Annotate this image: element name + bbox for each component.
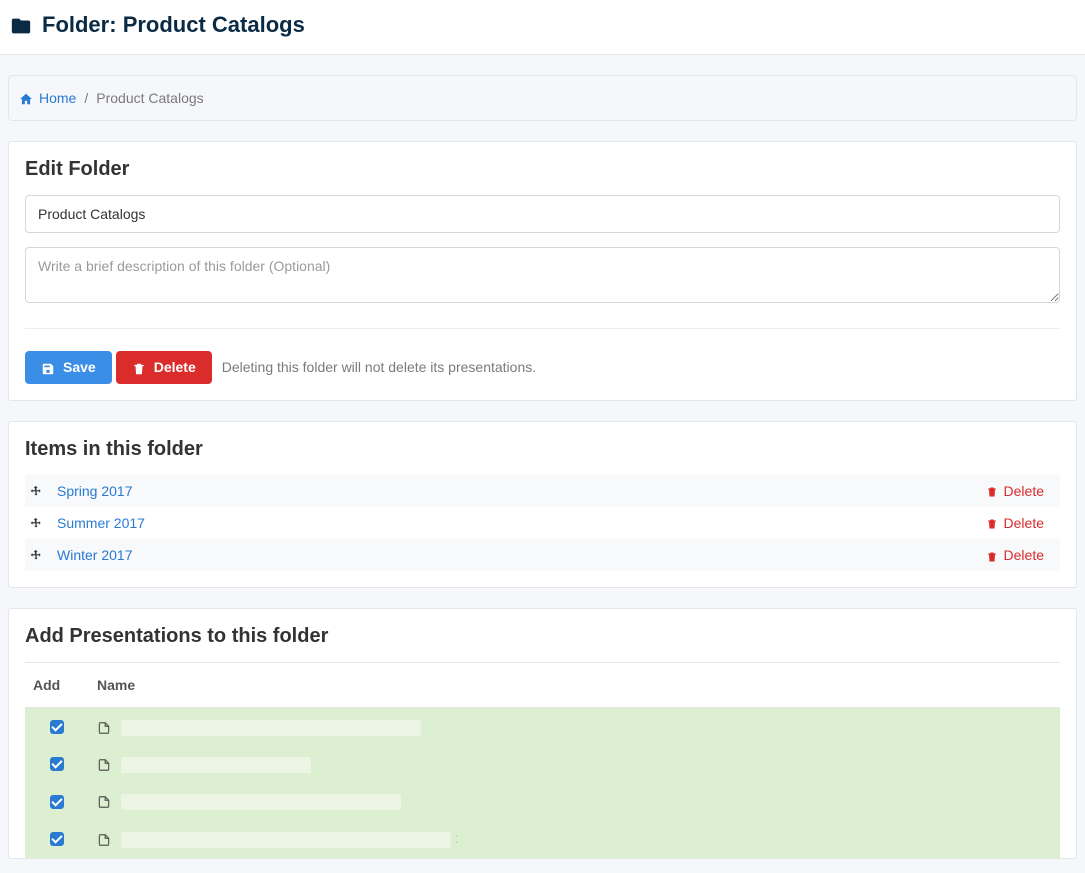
- item-delete-label: Delete: [1004, 483, 1044, 499]
- breadcrumb-sep: /: [84, 90, 88, 106]
- breadcrumb: Home / Product Catalogs: [8, 75, 1077, 121]
- pdf-icon: [97, 718, 115, 734]
- item-delete-label: Delete: [1004, 547, 1044, 563]
- presentation-name-redacted: [121, 720, 421, 736]
- items-heading: Items in this folder: [25, 438, 1060, 461]
- item-row: Summer 2017 Delete: [25, 507, 1060, 539]
- col-name: Name: [89, 663, 1060, 708]
- folder-icon: [10, 12, 32, 38]
- folder-description-input[interactable]: [25, 247, 1060, 303]
- presentation-name-redacted: [121, 832, 451, 848]
- delete-hint: Deleting this folder will not delete its…: [222, 359, 536, 375]
- items-panel: Items in this folder Spring 2017 Delete …: [8, 421, 1077, 589]
- save-button[interactable]: Save: [25, 351, 112, 383]
- add-presentations-panel: Add Presentations to this folder Add Nam…: [8, 608, 1077, 858]
- add-presentations-table: Add Name: [25, 662, 1060, 857]
- trash-icon: [986, 515, 998, 531]
- table-row: [25, 783, 1060, 820]
- page-header: Folder: Product Catalogs: [0, 0, 1085, 55]
- delete-folder-button[interactable]: Delete: [116, 351, 212, 383]
- item-delete-label: Delete: [1004, 515, 1044, 531]
- breadcrumb-home[interactable]: Home: [19, 90, 76, 106]
- save-button-label: Save: [63, 359, 96, 375]
- page-title-name: Product Catalogs: [123, 12, 305, 37]
- delete-folder-button-label: Delete: [154, 359, 196, 375]
- pdf-icon: [97, 756, 115, 772]
- trash-icon: [986, 483, 998, 499]
- item-row: Winter 2017 Delete: [25, 539, 1060, 571]
- move-icon[interactable]: [29, 547, 43, 563]
- presentation-name-trail: :: [455, 830, 459, 846]
- add-checkbox[interactable]: [50, 832, 64, 846]
- item-row: Spring 2017 Delete: [25, 475, 1060, 507]
- move-icon[interactable]: [29, 483, 43, 499]
- add-checkbox[interactable]: [50, 720, 64, 734]
- breadcrumb-home-label: Home: [39, 90, 76, 106]
- table-row: :: [25, 820, 1060, 857]
- breadcrumb-current: Product Catalogs: [96, 90, 203, 106]
- item-link[interactable]: Summer 2017: [57, 515, 986, 531]
- save-icon: [41, 359, 55, 375]
- item-delete-button[interactable]: Delete: [986, 483, 1044, 499]
- trash-icon: [132, 359, 146, 375]
- add-presentations-heading: Add Presentations to this folder: [25, 625, 1060, 648]
- presentation-name-redacted: [121, 757, 311, 773]
- page-title-prefix: Folder:: [42, 12, 117, 37]
- move-icon[interactable]: [29, 515, 43, 531]
- item-delete-button[interactable]: Delete: [986, 547, 1044, 563]
- add-checkbox[interactable]: [50, 795, 64, 809]
- folder-name-input[interactable]: [25, 195, 1060, 233]
- table-row: [25, 746, 1060, 783]
- table-row: [25, 708, 1060, 746]
- col-add: Add: [25, 663, 89, 708]
- edit-folder-heading: Edit Folder: [25, 158, 1060, 181]
- items-list: Spring 2017 Delete Summer 2017 Delete: [25, 475, 1060, 572]
- pdf-icon: [97, 830, 115, 846]
- add-checkbox[interactable]: [50, 757, 64, 771]
- item-link[interactable]: Winter 2017: [57, 547, 986, 563]
- presentation-name-redacted: [121, 794, 401, 810]
- item-delete-button[interactable]: Delete: [986, 515, 1044, 531]
- page-title: Folder: Product Catalogs: [10, 12, 1075, 38]
- item-link[interactable]: Spring 2017: [57, 483, 986, 499]
- trash-icon: [986, 547, 998, 563]
- home-icon: [19, 90, 33, 106]
- edit-actions: Save Delete Deleting this folder will no…: [25, 328, 1060, 383]
- edit-folder-panel: Edit Folder Save Delete Deleting this fo…: [8, 141, 1077, 400]
- pdf-icon: [97, 793, 115, 809]
